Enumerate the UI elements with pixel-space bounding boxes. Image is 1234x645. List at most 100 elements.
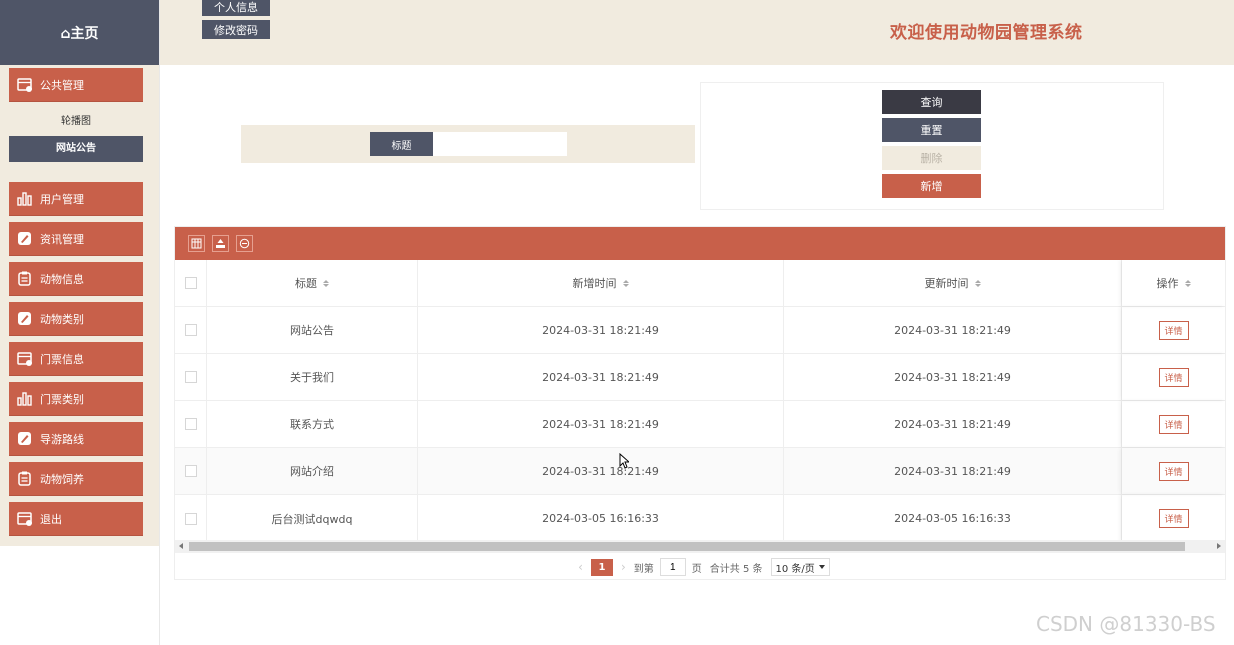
cell-updated: 2024-03-31 18:21:49 xyxy=(784,354,1122,400)
cell-updated: 2024-03-31 18:21:49 xyxy=(784,401,1122,447)
table-row: 后台测试dqwdq 2024-03-05 16:16:33 2024-03-05… xyxy=(175,495,1225,540)
row-checkbox[interactable] xyxy=(184,371,197,383)
cell-created: 2024-03-31 18:21:49 xyxy=(418,354,784,400)
row-checkbox[interactable] xyxy=(184,324,197,336)
query-button[interactable]: 查询 xyxy=(882,90,981,114)
detail-button[interactable]: 详情 xyxy=(1158,509,1189,528)
detail-button[interactable]: 详情 xyxy=(1158,461,1189,481)
profile-button[interactable]: 个人信息 xyxy=(202,0,270,16)
sidebar-item-label: 退出 xyxy=(40,512,62,526)
row-checkbox[interactable] xyxy=(184,465,197,477)
detail-button[interactable]: 详情 xyxy=(1158,367,1189,387)
bar-chart-icon xyxy=(16,390,34,408)
cell-created: 2024-03-31 18:21:49 xyxy=(418,448,784,494)
cell-title: 联系方式 xyxy=(207,401,418,447)
sidebar-menu: 公共管理 轮播图 网站公告 用户管理 资讯管理 动物信息 动物类别 门票信息 门… xyxy=(0,65,159,546)
column-updated-label: 更新时间 xyxy=(924,277,969,290)
calendar-icon xyxy=(16,76,34,94)
edit-icon xyxy=(16,430,34,448)
scroll-left-icon[interactable] xyxy=(179,543,183,549)
sidebar-item-tour-route[interactable]: 导游路线 xyxy=(9,422,143,455)
horizontal-scrollbar[interactable] xyxy=(175,540,1225,553)
menu-gap xyxy=(0,168,159,182)
table-header-row: 标题 新增时间 更新时间 操作 xyxy=(175,260,1225,307)
home-label: ⌂主页 xyxy=(60,25,99,42)
header-checkbox-cell xyxy=(175,260,207,306)
sidebar-item-label: 动物饲养 xyxy=(40,472,84,486)
chevron-down-icon xyxy=(818,565,825,569)
table-row: 联系方式 2024-03-31 18:21:49 2024-03-31 18:2… xyxy=(175,401,1225,448)
search-input[interactable] xyxy=(433,132,567,156)
scroll-right-icon[interactable] xyxy=(1217,543,1221,549)
row-checkbox[interactable] xyxy=(184,418,197,430)
add-button[interactable]: 新增 xyxy=(882,174,981,198)
sidebar-item-public[interactable]: 公共管理 xyxy=(9,68,143,101)
table-grid: 标题 新增时间 更新时间 操作 网站公告 2024-03-31 18:21:49… xyxy=(175,260,1225,540)
sort-icon[interactable] xyxy=(323,279,329,287)
sidebar-item-label: 用户管理 xyxy=(40,192,84,206)
current-page[interactable]: 1 xyxy=(590,558,613,576)
sort-icon[interactable] xyxy=(622,279,629,287)
select-all-checkbox[interactable] xyxy=(184,277,197,289)
cell-title: 网站公告 xyxy=(207,307,418,353)
sidebar-item-label: 门票信息 xyxy=(40,352,84,366)
cell-title: 关于我们 xyxy=(207,354,418,400)
row-checkbox-cell xyxy=(175,448,207,494)
home-link[interactable]: ⌂主页 xyxy=(0,0,159,65)
submenu-item-announcement[interactable]: 网站公告 xyxy=(9,136,143,162)
row-checkbox-cell xyxy=(175,354,207,400)
export-icon[interactable] xyxy=(212,235,229,252)
row-checkbox[interactable] xyxy=(184,512,197,525)
clipboard-icon xyxy=(16,470,34,488)
sidebar-item-logout[interactable]: 退出 xyxy=(9,502,143,535)
edit-icon xyxy=(16,230,34,248)
goto-page-input[interactable] xyxy=(659,558,686,576)
calendar-icon xyxy=(16,510,34,528)
column-header-op[interactable]: 操作 xyxy=(1122,260,1225,306)
edit-icon xyxy=(16,310,34,328)
prev-page-icon[interactable]: ‹ xyxy=(578,560,583,574)
next-page-icon[interactable]: › xyxy=(621,560,626,574)
sidebar-item-label: 资讯管理 xyxy=(40,232,84,246)
reset-button[interactable]: 重置 xyxy=(882,118,981,142)
sidebar: ⌂主页 公共管理 轮播图 网站公告 用户管理 资讯管理 动物信息 动物类别 门票… xyxy=(0,0,160,645)
calendar-icon xyxy=(16,350,34,368)
sidebar-item-ticket-category[interactable]: 门票类别 xyxy=(9,382,143,415)
sidebar-item-animal-info[interactable]: 动物信息 xyxy=(9,262,143,295)
page-size-select[interactable]: 10 条/页 xyxy=(770,558,830,576)
detail-button[interactable]: 详情 xyxy=(1158,414,1189,434)
submenu-item-carousel[interactable]: 轮播图 xyxy=(9,108,143,136)
sort-icon[interactable] xyxy=(1184,279,1191,287)
site-title: 欢迎使用动物园管理系统 xyxy=(890,23,1083,43)
sidebar-item-animal-category[interactable]: 动物类别 xyxy=(9,302,143,335)
column-header-updated[interactable]: 更新时间 xyxy=(784,260,1122,306)
submenu-public: 轮播图 网站公告 xyxy=(9,108,143,162)
cell-op: 详情 xyxy=(1122,495,1225,540)
cell-title: 网站介绍 xyxy=(207,448,418,494)
sidebar-item-users[interactable]: 用户管理 xyxy=(9,182,143,215)
total-count: 合计共 5 条 xyxy=(709,563,763,575)
column-header-title[interactable]: 标题 xyxy=(207,260,418,306)
cell-updated: 2024-03-31 18:21:49 xyxy=(784,307,1122,353)
sidebar-item-news[interactable]: 资讯管理 xyxy=(9,222,143,255)
detail-button[interactable]: 详情 xyxy=(1158,320,1189,340)
sidebar-item-ticket-info[interactable]: 门票信息 xyxy=(9,342,143,375)
column-header-created[interactable]: 新增时间 xyxy=(418,260,784,306)
cell-created: 2024-03-05 16:16:33 xyxy=(418,495,784,540)
table-row: 关于我们 2024-03-31 18:21:49 2024-03-31 18:2… xyxy=(175,354,1225,401)
change-password-button[interactable]: 修改密码 xyxy=(202,20,270,39)
column-filter-icon[interactable] xyxy=(188,235,205,252)
cell-created: 2024-03-31 18:21:49 xyxy=(418,401,784,447)
print-icon[interactable] xyxy=(236,235,253,252)
delete-button[interactable]: 删除 xyxy=(882,146,981,170)
row-checkbox-cell xyxy=(175,401,207,447)
pagination: ‹ 1 › 到第 页 合计共 5 条 10 条/页 xyxy=(175,553,1225,581)
search-label: 标题 xyxy=(370,132,433,156)
cell-updated: 2024-03-31 18:21:49 xyxy=(784,448,1122,494)
sidebar-item-animal-feeding[interactable]: 动物饲养 xyxy=(9,462,143,495)
bar-chart-icon xyxy=(16,190,34,208)
sort-icon[interactable] xyxy=(974,279,981,287)
cell-op: 详情 xyxy=(1122,307,1225,353)
scrollbar-thumb[interactable] xyxy=(189,542,1185,551)
action-panel: 查询 重置 删除 新增 xyxy=(700,82,1164,210)
